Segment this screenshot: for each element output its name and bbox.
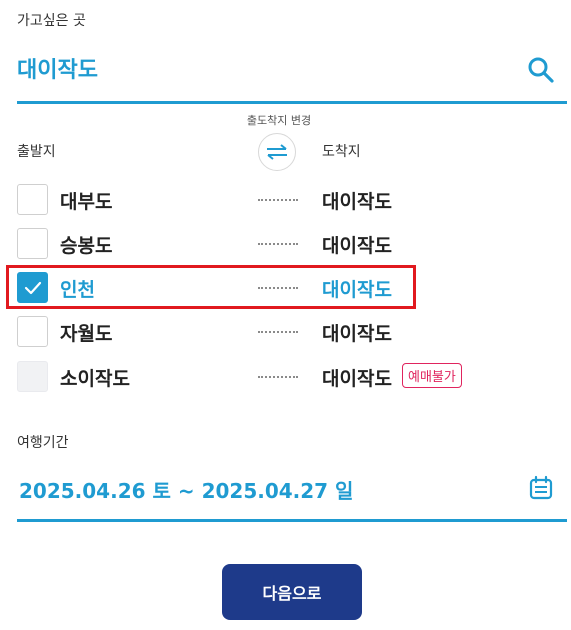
next-button[interactable]: 다음으로 [222, 564, 362, 620]
route-to: 대이작도 [322, 235, 392, 257]
route-to: 대이작도 [322, 191, 392, 213]
route-row[interactable]: 자월도 대이작도 [17, 316, 567, 348]
swap-button[interactable] [258, 133, 296, 171]
search-icon[interactable] [526, 55, 556, 85]
route-checkbox-checked[interactable] [17, 272, 48, 303]
route-to: 대이작도 [322, 323, 392, 345]
route-row[interactable]: 대부도 대이작도 [17, 184, 567, 216]
period-underline [17, 519, 567, 522]
route-dots [258, 199, 298, 201]
destination-value[interactable]: 대이작도 [17, 52, 98, 84]
check-icon [24, 281, 42, 295]
route-from: 자월도 [60, 323, 113, 345]
route-dots [258, 287, 298, 289]
route-checkbox[interactable] [17, 184, 48, 215]
route-dots [258, 243, 298, 245]
arrival-header: 도착지 [322, 144, 361, 160]
route-from: 소이작도 [60, 368, 130, 390]
destination-label: 가고싶은 곳 [17, 13, 86, 29]
route-checkbox-disabled [17, 361, 48, 392]
route-dots [258, 376, 298, 378]
route-row-unavailable: 소이작도 대이작도 예매불가 [17, 361, 567, 393]
period-value[interactable]: 2025.04.26 토 ~ 2025.04.27 일 [19, 475, 353, 504]
calendar-icon[interactable] [528, 475, 554, 501]
route-dots [258, 331, 298, 333]
route-from: 대부도 [60, 191, 113, 213]
unavailable-badge: 예매불가 [402, 363, 462, 388]
route-row-selected[interactable]: 인천 대이작도 [17, 272, 567, 304]
route-to: 대이작도 [322, 279, 392, 301]
route-checkbox[interactable] [17, 228, 48, 259]
departure-header: 출발지 [17, 144, 56, 160]
route-from: 인천 [60, 279, 95, 301]
period-label: 여행기간 [17, 435, 69, 451]
swap-arrows-icon [267, 144, 287, 160]
route-row[interactable]: 승봉도 대이작도 [17, 228, 567, 260]
route-checkbox[interactable] [17, 316, 48, 347]
swap-caption: 출도착지 변경 [246, 114, 312, 127]
route-to: 대이작도 [322, 368, 392, 390]
destination-underline [17, 101, 567, 104]
route-from: 승봉도 [60, 235, 113, 257]
